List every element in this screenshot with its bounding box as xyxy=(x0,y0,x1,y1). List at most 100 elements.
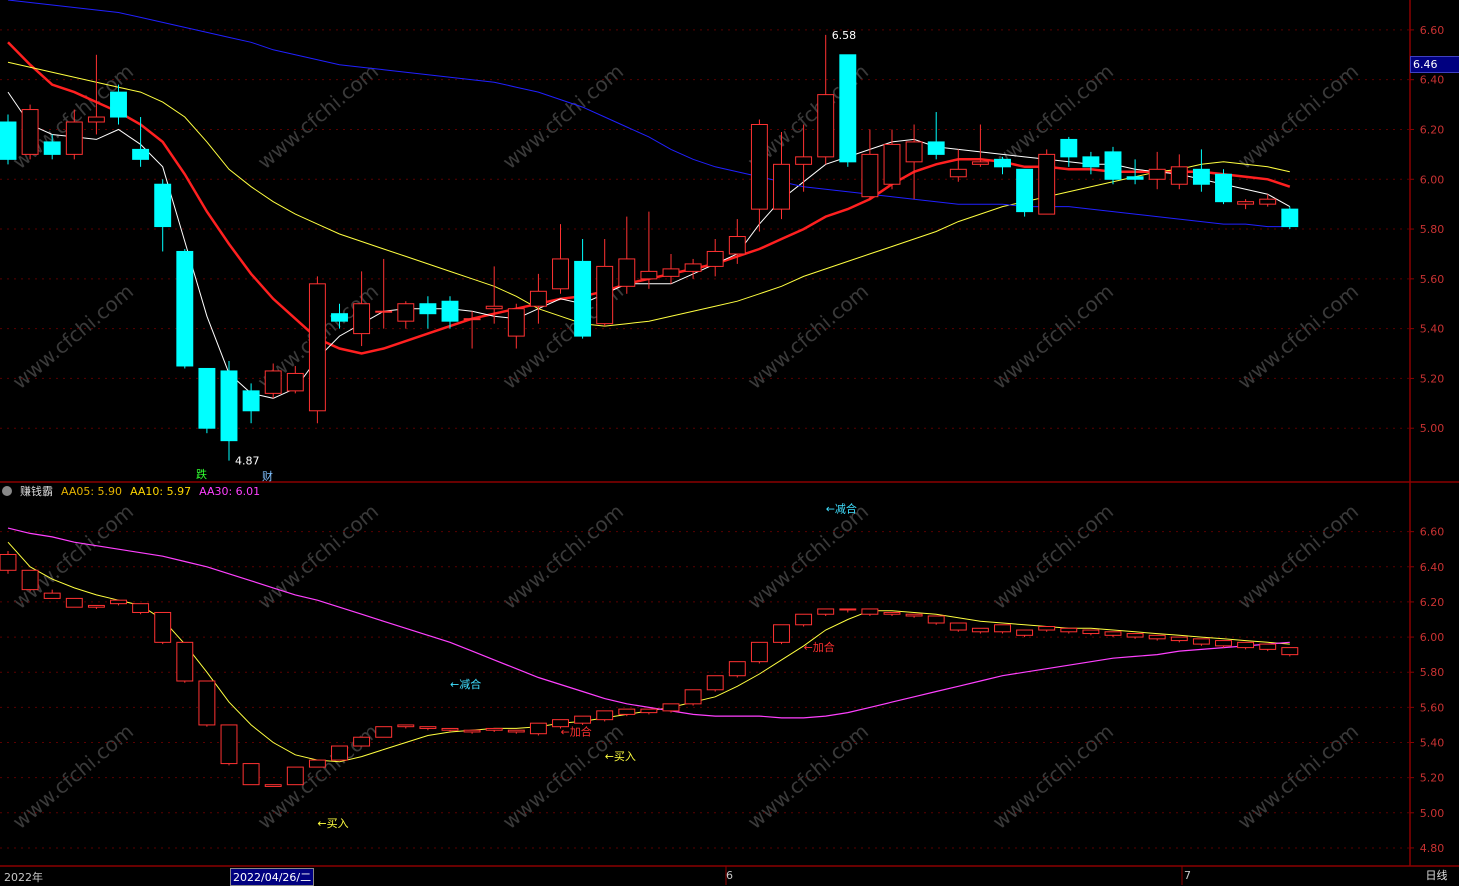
ind-candle-body xyxy=(441,727,459,731)
ind-candle-body xyxy=(176,641,194,682)
ind-candle-body xyxy=(507,729,525,733)
ind-candle-body xyxy=(154,611,172,643)
ind-candle-body xyxy=(684,689,702,705)
ind-y-tick-label: 6.20 xyxy=(1420,596,1445,609)
main-candle-body xyxy=(1148,168,1166,180)
main-candle-body xyxy=(1281,208,1299,228)
ind-y-tick-label: 5.20 xyxy=(1420,772,1445,785)
ind-candle-body xyxy=(1259,643,1277,650)
main-candle-body xyxy=(110,91,127,118)
main-candle-body xyxy=(353,303,371,335)
main-candle-body xyxy=(132,148,150,160)
ind-candle-body xyxy=(618,708,636,715)
time-label-year: 2022年 xyxy=(4,871,43,884)
indicator-signal-label: ←买入 xyxy=(605,750,636,763)
main-candle-body xyxy=(87,116,105,123)
main-y-tick-label: 5.00 xyxy=(1420,422,1445,435)
main-kline-panel[interactable]: 6.58 4.87 跌 财 xyxy=(0,0,1410,483)
main-candle-body xyxy=(198,367,216,429)
watermark-text: www.cfchi.com xyxy=(743,499,873,614)
main-candle-body xyxy=(1237,201,1255,205)
ind-candle-body xyxy=(308,759,326,768)
ind-candle-body xyxy=(1170,636,1188,642)
ind-candle-body xyxy=(574,715,592,724)
ind-candle-body xyxy=(640,708,658,714)
ind-y-tick-label: 6.00 xyxy=(1420,631,1445,644)
indicator-signal-label: ←减合 xyxy=(450,677,481,691)
main-candle-body xyxy=(949,168,967,178)
ind-candle-body xyxy=(795,613,813,626)
ind-candle-body xyxy=(375,726,393,738)
main-ma-line-3 xyxy=(7,0,1290,228)
main-candle-body xyxy=(795,156,813,165)
main-candle-body xyxy=(1170,166,1188,185)
watermark-text: www.cfchi.com xyxy=(253,499,383,614)
main-candle-body xyxy=(463,318,481,321)
collapse-icon[interactable] xyxy=(2,486,12,496)
legend-aa30: AA30: 6.01 xyxy=(199,484,261,498)
ind-candle-body xyxy=(110,599,127,605)
main-candle-body xyxy=(817,94,835,158)
main-candle-body xyxy=(43,141,61,155)
watermark-text: www.cfchi.com xyxy=(988,719,1118,834)
main-candle-body xyxy=(264,370,282,394)
ind-candle-body xyxy=(21,569,39,591)
indicator-signal-label: ←加合 xyxy=(804,640,835,654)
indicator-name: 赚钱霸 xyxy=(20,485,53,498)
main-candle-body xyxy=(1215,173,1232,203)
ind-candle-body xyxy=(728,661,746,677)
ind-candle-body xyxy=(1281,647,1299,656)
ind-candle-body xyxy=(198,680,216,726)
ind-candle-body xyxy=(1104,631,1122,636)
ind-candle-body xyxy=(419,726,437,729)
indicator-panel[interactable]: ←减合 ←减合 ←加合 ←加合 ←买入 ←买入 xyxy=(0,501,1410,849)
time-label-june: 6 xyxy=(726,869,733,882)
ind-candle-body xyxy=(43,592,61,599)
watermark-text: www.cfchi.com xyxy=(8,719,138,834)
watermark-text: www.cfchi.com xyxy=(743,719,873,834)
main-candle-body xyxy=(154,183,172,228)
ind-candle-body xyxy=(463,729,481,733)
ind-candle-body xyxy=(132,603,150,613)
ind-candle-body xyxy=(773,624,790,643)
main-candle-body xyxy=(1192,168,1210,185)
main-candle-body xyxy=(419,303,437,315)
cursor-date-label: 2022/04/26/二 xyxy=(230,868,315,886)
time-axis: 2022年 2022/04/26/二 6 7 xyxy=(0,866,1410,886)
time-label-july: 7 xyxy=(1184,869,1191,882)
main-y-tick-label: 5.60 xyxy=(1420,273,1445,286)
ind-y-tick-label: 6.40 xyxy=(1420,561,1445,574)
ind-candle-body xyxy=(1192,638,1210,645)
event-marker-fin: 财 xyxy=(262,469,273,483)
watermark-text: www.cfchi.com xyxy=(8,499,138,614)
ind-candle-body xyxy=(596,710,614,721)
ind-candle-body xyxy=(397,724,415,728)
main-candle-body xyxy=(331,313,348,322)
main-candle-body xyxy=(1060,138,1078,158)
stock-chart-canvas[interactable]: www.cfchi.com www.cfchi.com www.cfchi.com w… xyxy=(0,0,1459,885)
main-y-tick-label: 5.40 xyxy=(1420,323,1445,336)
main-candle-body xyxy=(927,141,945,155)
main-candle-body xyxy=(1016,168,1034,213)
ind-candle-body xyxy=(971,627,989,633)
indicator-signal-label: ←加合 xyxy=(561,724,592,738)
main-candle-body xyxy=(176,250,194,367)
ind-candle-body xyxy=(949,622,967,631)
watermark-text: www.cfchi.com xyxy=(1233,719,1363,834)
main-candle-body xyxy=(507,308,525,337)
event-marker-down: 跌 xyxy=(196,467,207,481)
ind-candle-body xyxy=(331,745,348,761)
ind-y-tick-label: 6.60 xyxy=(1420,526,1445,539)
ind-candle-body xyxy=(927,615,945,624)
ind-candle-body xyxy=(839,608,857,611)
ind-y-tick-label: 5.40 xyxy=(1420,737,1445,750)
ind-candle-body xyxy=(905,613,923,617)
period-button-daily[interactable]: 日线 xyxy=(1414,866,1459,885)
main-candle-body xyxy=(618,258,636,287)
indicator-signal-label: ←买入 xyxy=(317,817,348,830)
ind-candle-body xyxy=(1237,641,1255,649)
main-candle-body xyxy=(441,300,459,322)
main-candle-body xyxy=(220,370,238,442)
ind-candle-body xyxy=(0,553,17,571)
main-candle-body xyxy=(21,109,39,155)
